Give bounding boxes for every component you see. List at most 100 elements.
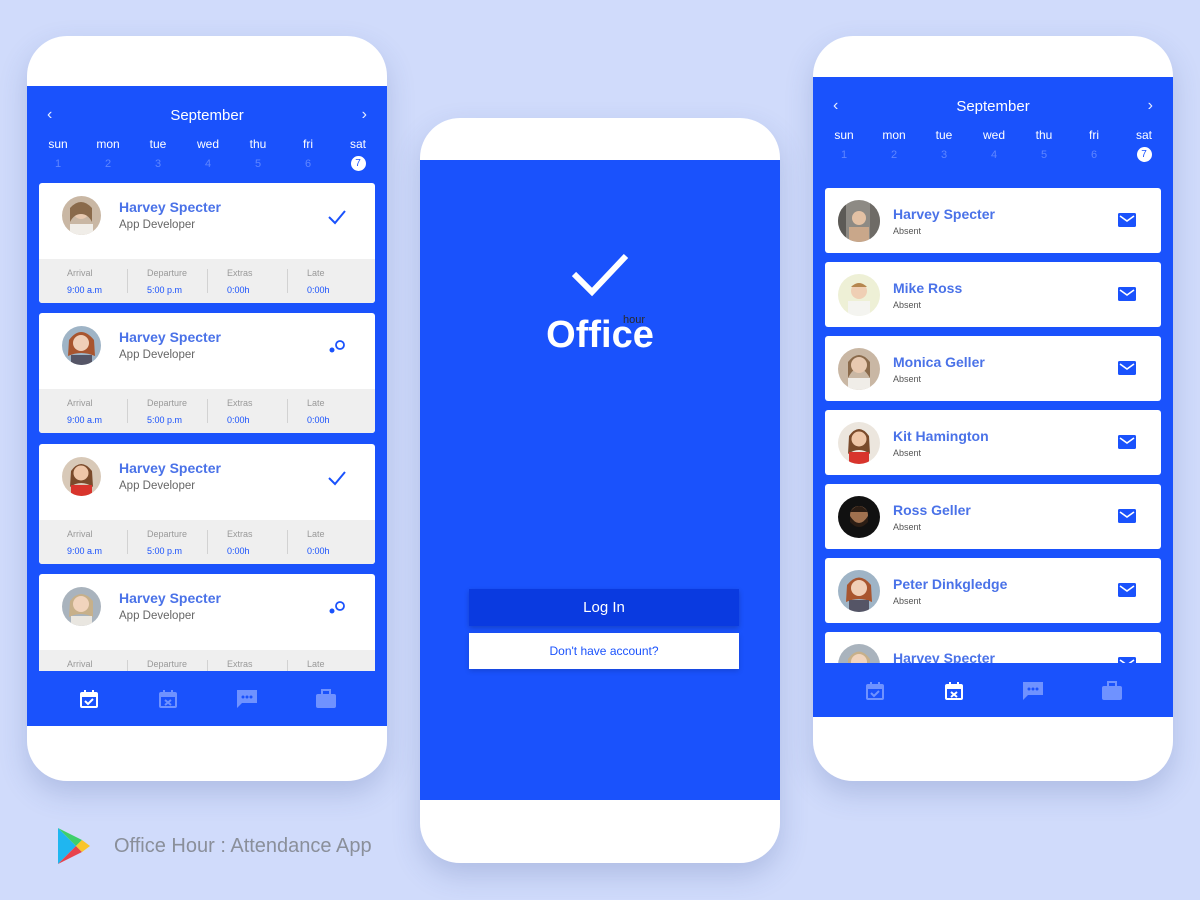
day-date: 3 <box>154 158 162 170</box>
day-name: tue <box>935 128 953 142</box>
month-title: September <box>170 107 244 124</box>
mail-icon[interactable] <box>1117 580 1137 600</box>
employee-status: Absent <box>893 596 922 606</box>
day-name: mon <box>882 128 906 142</box>
late-label: Late <box>307 398 325 408</box>
employee-status: Absent <box>893 448 922 458</box>
day-sat[interactable]: sat 7 <box>1119 127 1169 163</box>
day-sun[interactable]: sun 1 <box>819 127 869 163</box>
chevron-right-icon[interactable]: › <box>362 106 367 124</box>
late-value: 0:00h <box>307 285 330 295</box>
day-date: 2 <box>104 158 112 170</box>
absent-list-item[interactable]: Peter Dinkgledge Absent <box>825 558 1161 623</box>
bottom-tab-bar <box>813 663 1173 717</box>
day-mon[interactable]: mon 2 <box>869 127 919 163</box>
absent-list-item[interactable]: Mike Ross Absent <box>825 262 1161 327</box>
absent-phone: ‹ September › sun 1 mon 2 tue 3 wed 4 thu 5 f… <box>813 36 1173 781</box>
day-wed[interactable]: wed 4 <box>183 136 233 172</box>
extras-value: 0:00h <box>227 285 250 295</box>
day-name: sat <box>349 137 366 151</box>
chat-icon[interactable] <box>235 687 259 711</box>
day-wed[interactable]: wed 4 <box>969 127 1019 163</box>
late-label: Late <box>307 529 325 539</box>
day-mon[interactable]: mon 2 <box>83 136 133 172</box>
employee-name: Monica Geller <box>893 354 985 370</box>
extras-label: Extras <box>227 529 253 539</box>
late-label: Late <box>307 268 325 278</box>
login-button[interactable]: Log In <box>469 589 739 626</box>
signup-link[interactable]: Don't have account? <box>469 633 739 669</box>
week-row: sun 1 mon 2 tue 3 wed 4 thu 5 fri 6 sat 7 <box>819 127 1169 163</box>
absent-list-item[interactable]: Ross Geller Absent <box>825 484 1161 549</box>
bottom-tab-bar <box>27 671 387 726</box>
briefcase-icon[interactable] <box>1100 679 1124 703</box>
calendar-x-icon[interactable] <box>156 687 180 711</box>
employee-name: Peter Dinkgledge <box>893 576 1008 592</box>
attendance-card[interactable]: Harvey Specter App Developer Arrival 9:00… <box>39 183 375 303</box>
employee-status: Absent <box>893 374 922 384</box>
absent-screen: ‹ September › sun 1 mon 2 tue 3 wed 4 thu 5 f… <box>813 77 1173 717</box>
calendar-check-icon[interactable] <box>77 687 101 711</box>
attendance-card[interactable]: Harvey Specter App Developer Arrival 9:00… <box>39 444 375 564</box>
employee-role: App Developer <box>119 219 196 231</box>
mail-icon[interactable] <box>1117 358 1137 378</box>
day-date-selected: 7 <box>350 156 366 171</box>
briefcase-icon[interactable] <box>314 687 338 711</box>
day-date: 1 <box>840 149 848 161</box>
arrival-label: Arrival <box>67 659 93 669</box>
brand-small: hour <box>623 314 646 326</box>
arrival-value: 9:00 a.m <box>67 415 103 425</box>
chevron-right-icon[interactable]: › <box>1148 97 1153 115</box>
late-label: Late <box>307 659 325 669</box>
day-date: 4 <box>990 149 998 161</box>
late-value: 0:00h <box>307 415 330 425</box>
avatar <box>838 570 880 612</box>
login-screen: Office hour Log In Don't have account? <box>420 160 780 800</box>
week-row: sun 1 mon 2 tue 3 wed 4 thu 5 fri 6 sat 7 <box>33 136 383 172</box>
calendar-x-icon[interactable] <box>942 679 966 703</box>
day-date: 2 <box>890 149 898 161</box>
day-thu[interactable]: thu 5 <box>1019 127 1069 163</box>
day-name: wed <box>196 137 219 151</box>
extras-label: Extras <box>227 398 253 408</box>
absent-list-item[interactable]: Kit Hamington Absent <box>825 410 1161 475</box>
attendance-card[interactable]: Harvey Specter App Developer Arrival 9:00… <box>39 313 375 433</box>
calendar-check-icon[interactable] <box>863 679 887 703</box>
mail-icon[interactable] <box>1117 210 1137 230</box>
day-fri[interactable]: fri 6 <box>1069 127 1119 163</box>
time-summary: Arrival 9:00 a.m Departure 5:00 p.m Extras… <box>39 259 375 303</box>
day-name: wed <box>982 128 1005 142</box>
day-tue[interactable]: tue 3 <box>919 127 969 163</box>
day-sun[interactable]: sun 1 <box>33 136 83 172</box>
day-date: 6 <box>1090 149 1098 161</box>
brand-word: Office <box>546 314 654 356</box>
app-title: Office Hour : Attendance App <box>114 834 372 857</box>
mail-icon[interactable] <box>1117 506 1137 526</box>
avatar <box>62 326 101 365</box>
departure-value: 5:00 p.m <box>147 415 183 425</box>
avatar <box>838 348 880 390</box>
calendar-header: ‹ September › <box>813 97 1173 117</box>
arrival-label: Arrival <box>67 398 93 408</box>
absent-list-item[interactable]: Harvey Specter Absent <box>825 188 1161 253</box>
day-sat[interactable]: sat 7 <box>333 136 383 172</box>
day-name: sun <box>834 128 854 142</box>
day-name: sat <box>1135 128 1152 142</box>
day-tue[interactable]: tue 3 <box>133 136 183 172</box>
employee-name: Mike Ross <box>893 280 963 296</box>
attendance-screen: ‹ September › sun 1 mon 2 tue 3 wed 4 thu 5 f… <box>27 86 387 726</box>
employee-status: Absent <box>893 300 922 310</box>
employee-name: Harvey Specter <box>119 460 221 476</box>
chevron-left-icon[interactable]: ‹ <box>47 106 52 124</box>
day-name: sun <box>48 137 68 151</box>
chat-icon[interactable] <box>1021 679 1045 703</box>
chevron-left-icon[interactable]: ‹ <box>833 97 838 115</box>
mail-icon[interactable] <box>1117 284 1137 304</box>
departure-label: Departure <box>147 529 188 539</box>
absent-list-item[interactable]: Monica Geller Absent <box>825 336 1161 401</box>
mail-icon[interactable] <box>1117 432 1137 452</box>
extras-label: Extras <box>227 659 253 669</box>
day-thu[interactable]: thu 5 <box>233 136 283 172</box>
play-store-icon <box>58 828 90 864</box>
day-fri[interactable]: fri 6 <box>283 136 333 172</box>
